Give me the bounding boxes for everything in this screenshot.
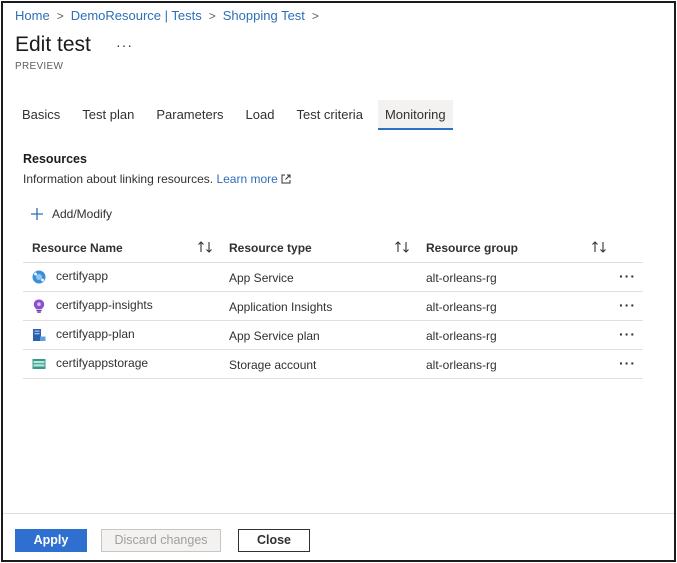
close-button[interactable]: Close	[238, 529, 310, 552]
footer-divider	[3, 513, 674, 514]
sort-icon[interactable]	[394, 240, 410, 254]
apply-button[interactable]: Apply	[15, 529, 87, 552]
tab-bar: Basics Test plan Parameters Load Test cr…	[15, 100, 461, 132]
learn-more-link[interactable]: Learn more	[216, 172, 291, 186]
resource-group: alt-orleans-rg	[426, 358, 497, 372]
sort-icon[interactable]	[197, 240, 213, 254]
table-row[interactable]: certifyapp-plan App Service plan alt-orl…	[23, 321, 643, 350]
breadcrumb-shopping-test[interactable]: Shopping Test	[223, 8, 305, 23]
tab-basics[interactable]: Basics	[15, 100, 67, 130]
add-modify-button[interactable]: Add/Modify	[30, 207, 112, 221]
resource-group: alt-orleans-rg	[426, 329, 497, 343]
storage-account-icon	[32, 359, 46, 369]
plus-icon	[31, 208, 43, 220]
section-title: Resources	[23, 152, 87, 166]
resources-grid: Resource Name Resource type Resource gro…	[23, 233, 643, 379]
row-more-button[interactable]: ···	[619, 268, 636, 284]
chevron-right-icon: >	[208, 8, 216, 23]
grid-header: Resource Name Resource type Resource gro…	[23, 233, 643, 263]
table-row[interactable]: certifyapp App Service alt-orleans-rg ··…	[23, 263, 643, 292]
chevron-right-icon: >	[311, 8, 319, 23]
tab-test-criteria[interactable]: Test criteria	[289, 100, 369, 130]
section-description: Information about linking resources. Lea…	[23, 172, 291, 186]
row-more-button[interactable]: ···	[619, 297, 636, 313]
resource-type: App Service plan	[229, 329, 320, 343]
tab-monitoring[interactable]: Monitoring	[377, 100, 453, 130]
tab-parameters[interactable]: Parameters	[149, 100, 230, 130]
discard-changes-button[interactable]: Discard changes	[101, 529, 221, 552]
resource-type: Application Insights	[229, 300, 333, 314]
resource-name[interactable]: certifyapp-insights	[56, 298, 153, 312]
tab-test-plan[interactable]: Test plan	[75, 100, 141, 130]
row-more-button[interactable]: ···	[619, 355, 636, 371]
learn-more-label: Learn more	[216, 172, 278, 186]
resource-name[interactable]: certifyapp-plan	[56, 327, 135, 341]
resource-group: alt-orleans-rg	[426, 271, 497, 285]
breadcrumb-home[interactable]: Home	[15, 8, 50, 23]
resource-type: Storage account	[229, 358, 317, 372]
app-service-icon	[32, 270, 46, 284]
column-header-resource-group[interactable]: Resource group	[426, 241, 518, 255]
row-more-button[interactable]: ···	[619, 326, 636, 342]
column-header-resource-type[interactable]: Resource type	[229, 241, 312, 255]
chevron-right-icon: >	[56, 8, 64, 23]
resource-name[interactable]: certifyapp	[56, 269, 108, 283]
add-modify-label: Add/Modify	[52, 207, 113, 221]
resource-group: alt-orleans-rg	[426, 300, 497, 314]
description-text: Information about linking resources.	[23, 172, 214, 186]
resource-name[interactable]: certifyappstorage	[56, 356, 148, 370]
breadcrumb: Home > DemoResource | Tests > Shopping T…	[15, 8, 326, 23]
table-row[interactable]: certifyapp-insights Application Insights…	[23, 292, 643, 321]
application-insights-icon	[33, 299, 45, 313]
page-subtitle: PREVIEW	[15, 61, 64, 72]
resource-type: App Service	[229, 271, 294, 285]
external-link-icon	[281, 174, 291, 184]
edit-test-panel: Home > DemoResource | Tests > Shopping T…	[1, 1, 676, 562]
page-title: Edit test	[15, 33, 91, 56]
column-header-resource-name[interactable]: Resource Name	[32, 241, 123, 255]
table-row[interactable]: certifyappstorage Storage account alt-or…	[23, 350, 643, 379]
breadcrumb-tests[interactable]: DemoResource | Tests	[71, 8, 202, 23]
tab-load[interactable]: Load	[239, 100, 282, 130]
app-service-plan-icon	[33, 329, 46, 341]
more-options-button[interactable]: ···	[116, 37, 133, 53]
sort-icon[interactable]	[591, 240, 607, 254]
